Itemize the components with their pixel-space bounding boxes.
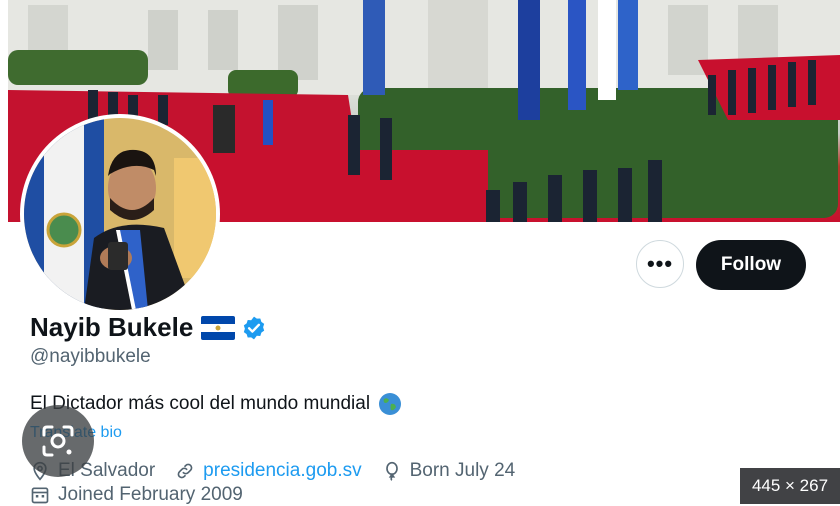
follow-button[interactable]: Follow — [696, 240, 806, 290]
birthday-item: Born July 24 — [382, 460, 516, 482]
globe-icon — [378, 392, 402, 416]
avatar-photo — [24, 118, 216, 310]
google-lens-icon — [42, 425, 74, 457]
balloon-icon — [385, 461, 398, 481]
el-salvador-flag-icon — [201, 315, 236, 340]
bio-text: El Dictador más cool del mundo mundial — [30, 393, 371, 414]
joined-row: Joined February 2009 — [30, 484, 243, 506]
profile-name-row: Nayib Bukele — [30, 312, 267, 343]
verified-badge-icon[interactable] — [241, 315, 267, 341]
display-name: Nayib Bukele — [30, 312, 194, 342]
profile-bio: El Dictador más cool del mundo mundial — [30, 392, 402, 416]
calendar-icon — [31, 487, 49, 504]
follow-label: Follow — [720, 254, 782, 275]
profile-handle: @nayibbukele — [30, 346, 151, 367]
website-link[interactable]: presidencia.gob.sv — [203, 460, 361, 482]
birthday-text: Born July 24 — [409, 460, 516, 481]
joined-text: Joined February 2009 — [58, 484, 243, 505]
more-options-button[interactable]: ••• — [636, 240, 684, 288]
image-size-badge: 445 × 267 — [740, 468, 840, 504]
more-options-label: ••• — [646, 251, 674, 276]
website-item: presidencia.gob.sv — [175, 460, 362, 482]
link-icon — [177, 463, 193, 479]
profile-avatar[interactable] — [24, 118, 216, 310]
profile-meta-row: El Salvador presidencia.gob.sv Born July… — [30, 460, 535, 482]
google-lens-button[interactable] — [22, 405, 94, 477]
